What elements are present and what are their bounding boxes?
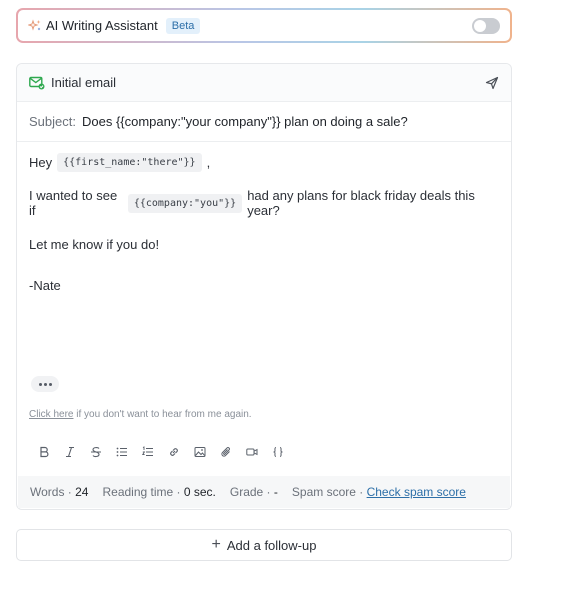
unsubscribe-link[interactable]: Click here (29, 409, 73, 420)
spam-score-label: Spam score · (291, 485, 367, 499)
formatting-toolbar (31, 444, 291, 460)
spam-score-stat: Spam score · Check spam score (292, 485, 466, 499)
bold-icon[interactable] (31, 444, 57, 460)
variable-chip[interactable]: {{first_name:"there"}} (57, 152, 202, 172)
email-card-header: Initial email (17, 64, 511, 102)
body-line: Hey {{first_name:"there"}} , (29, 152, 499, 172)
grade-value: - (273, 485, 278, 499)
body-line: I wanted to see if {{company:"you"}} had… (29, 188, 499, 218)
subject-row[interactable]: Subject: Does {{company:"your company"}}… (17, 102, 511, 142)
ai-assistant-title: AI Writing Assistant (46, 18, 158, 33)
add-follow-up-button[interactable]: + Add a follow-up (16, 529, 512, 561)
variable-chip[interactable]: {{company:"you"}} (127, 193, 243, 213)
body-text: Hey (29, 154, 53, 170)
beta-badge: Beta (165, 17, 201, 34)
attachment-icon[interactable] (213, 444, 239, 460)
image-icon[interactable] (187, 444, 213, 460)
body-text: Let me know if you do! (29, 236, 160, 252)
email-card: Initial email Subject: Does {{company:"y… (16, 63, 512, 510)
mail-check-icon (29, 76, 45, 90)
body-line: Let me know if you do! (29, 234, 499, 254)
email-stats-bar: Words · 24 Reading time · 0 sec. Grade ·… (18, 476, 510, 508)
italic-icon[interactable] (57, 444, 83, 460)
email-body-editor[interactable]: Hey {{first_name:"there"}} , I wanted to… (17, 142, 511, 295)
sparkle-icon (28, 18, 42, 33)
reading-time-label: Reading time · (102, 485, 184, 499)
bullet-list-icon[interactable] (109, 444, 135, 460)
add-follow-up-label: Add a follow-up (226, 537, 317, 553)
grade-label: Grade · (229, 485, 274, 499)
dot (43, 382, 47, 386)
unsubscribe-text: if you don't want to hear from me again. (73, 409, 252, 420)
dot (38, 382, 42, 386)
signature-text: -Nate (29, 277, 61, 293)
code-braces-icon[interactable] (265, 444, 291, 460)
body-text: had any plans for black friday deals thi… (247, 188, 475, 218)
link-icon[interactable] (161, 444, 187, 460)
words-label: Words · (30, 485, 76, 499)
reading-time-value: 0 sec. (183, 485, 216, 499)
reading-time-stat: Reading time · 0 sec. (102, 485, 215, 499)
check-spam-score-link[interactable]: Check spam score (367, 485, 466, 499)
body-text: , (206, 154, 211, 170)
body-line: -Nate (29, 275, 499, 295)
show-more-ellipsis-button[interactable] (31, 376, 59, 392)
grade-stat: Grade · - (230, 485, 278, 499)
ai-assistant-toggle[interactable] (472, 17, 500, 34)
toggle-knob (474, 19, 486, 32)
words-value: 24 (75, 485, 89, 499)
unsubscribe-line: Click here if you don't want to hear fro… (29, 409, 252, 420)
dot (48, 382, 52, 386)
subject-input[interactable]: Does {{company:"your company"}} plan on … (82, 114, 408, 129)
ai-assistant-inner: AI Writing Assistant Beta (18, 10, 510, 41)
email-card-title: Initial email (51, 75, 117, 90)
plus-icon: + (211, 536, 221, 553)
subject-label: Subject: (29, 114, 76, 129)
ai-assistant-bar: AI Writing Assistant Beta (16, 8, 512, 43)
body-text: I wanted to see if (29, 188, 118, 218)
send-icon[interactable] (485, 76, 499, 90)
video-icon[interactable] (239, 444, 265, 460)
numbered-list-icon[interactable] (135, 444, 161, 460)
words-stat: Words · 24 (30, 485, 88, 499)
strikethrough-icon[interactable] (83, 444, 109, 460)
